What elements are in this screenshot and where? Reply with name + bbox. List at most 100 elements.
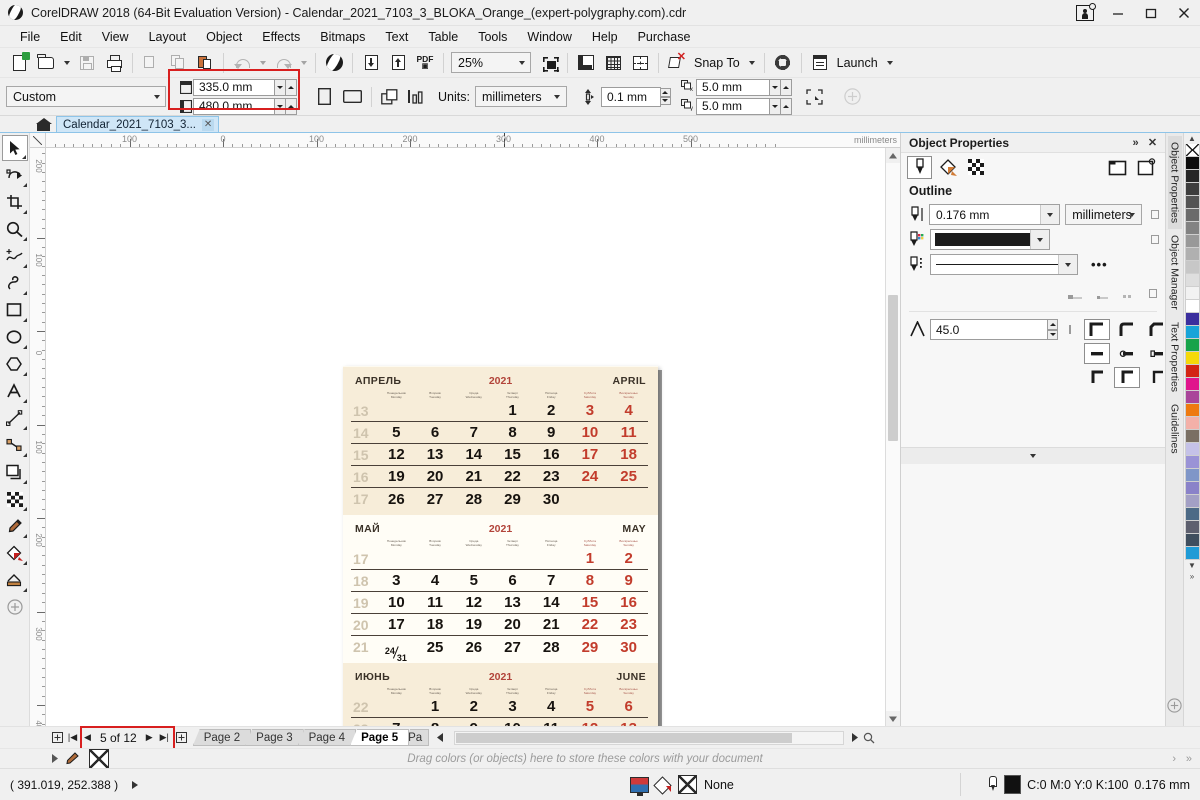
fill-icon[interactable] [935, 156, 960, 179]
calendar-day-cell[interactable]: 6 [609, 699, 648, 714]
calendar-day-cell[interactable]: 19 [454, 617, 493, 632]
calendar-day-cell[interactable]: 11 [609, 425, 648, 440]
calendar-day-cell[interactable]: 29 [571, 640, 610, 655]
new-document-icon[interactable] [6, 51, 32, 75]
page-height-spinner[interactable] [274, 97, 297, 115]
outline-color-checkbox[interactable] [1151, 235, 1159, 244]
color-eyedropper-tool[interactable] [2, 513, 28, 539]
calendar-day-cell[interactable]: 28 [532, 640, 571, 655]
calendar-day-cell[interactable]: 4 [416, 573, 455, 588]
calendar-day-cell[interactable]: 15 [571, 595, 610, 610]
calendar-day-cell[interactable]: 3 [493, 699, 532, 714]
page-preset-combo[interactable]: Custom [6, 86, 166, 107]
bevel-corner-icon[interactable] [1144, 319, 1165, 340]
show-grid-icon[interactable] [600, 51, 626, 75]
calendar-day-cell[interactable]: 12 [454, 595, 493, 610]
vtab-object-manager[interactable]: Object Manager [1168, 229, 1182, 316]
zoom-level-combo[interactable]: 25% [451, 52, 531, 73]
chevron-down-icon[interactable] [1030, 230, 1050, 249]
menu-text[interactable]: Text [375, 28, 418, 46]
scroll-right-icon[interactable] [846, 730, 861, 745]
palette-swatch[interactable] [1184, 508, 1200, 521]
text-tool[interactable] [2, 378, 28, 404]
edit-bleed-icon[interactable] [802, 85, 828, 109]
calendar-day-cell[interactable]: 3 [377, 573, 416, 588]
smart-fill-tool[interactable] [2, 567, 28, 593]
palette-swatch-none[interactable] [1184, 144, 1200, 157]
prev-page-button[interactable]: ◀ [80, 730, 95, 745]
calendar-day-cell[interactable]: 12 [377, 447, 416, 462]
arrow-checkbox[interactable] [1148, 289, 1158, 298]
calendar-day-cell[interactable]: 22 [571, 617, 610, 632]
calendar-day-cell[interactable]: 1 [416, 699, 455, 714]
export-icon[interactable] [385, 51, 411, 75]
add-page-after-icon[interactable] [174, 730, 189, 745]
calendar-day-cell[interactable]: 27 [493, 640, 532, 655]
calendar-day-cell[interactable]: 29 [493, 492, 532, 507]
transparency-icon[interactable] [963, 156, 988, 179]
palette-swatch[interactable] [1184, 417, 1200, 430]
open-icon[interactable] [33, 51, 59, 75]
horizontal-scrollbar[interactable] [454, 730, 844, 745]
show-guidelines-icon[interactable] [627, 51, 653, 75]
nudge-spinner[interactable] [659, 88, 671, 105]
palette-swatch[interactable] [1184, 300, 1200, 313]
scroll-track[interactable] [886, 163, 900, 711]
page-width-up[interactable] [285, 78, 297, 96]
palette-swatch[interactable] [1184, 378, 1200, 391]
calendar-day-cell[interactable]: 21 [532, 617, 571, 632]
duplicate-y-input[interactable]: 5.0 mm [695, 97, 770, 115]
palette-swatch[interactable] [1184, 209, 1200, 222]
miter-corner-icon[interactable] [1084, 319, 1110, 340]
docker-expand-row[interactable] [901, 447, 1165, 464]
chevron-down-icon[interactable] [1058, 255, 1077, 274]
calendar-day-cell[interactable]: 30 [532, 492, 571, 507]
account-icon[interactable] [1068, 0, 1101, 26]
all-pages-icon[interactable] [376, 85, 402, 109]
save-icon[interactable] [74, 51, 100, 75]
page-width-input[interactable]: 335.0 mm [193, 78, 275, 96]
chevron-down-icon[interactable] [1030, 454, 1036, 458]
palette-swatch[interactable] [1184, 248, 1200, 261]
ruler-origin-icon[interactable] [30, 133, 46, 148]
chevron-down-icon[interactable] [148, 87, 165, 106]
calendar-day-cell[interactable]: 11 [416, 595, 455, 610]
calendar-day-cell[interactable]: 4 [609, 403, 648, 418]
outline-color-picker[interactable] [930, 229, 1051, 250]
outline-style-picker[interactable] [930, 254, 1078, 275]
horizontal-ruler[interactable]: millimeters 2001000100200300400500 [46, 133, 900, 148]
add-tool[interactable] [2, 594, 28, 620]
menu-file[interactable]: File [10, 28, 50, 46]
units-combo[interactable]: millimeters [474, 86, 567, 107]
transparency-tool[interactable] [2, 486, 28, 512]
print-icon[interactable] [101, 51, 127, 75]
minimize-button[interactable] [1101, 0, 1134, 26]
vtab-object-properties[interactable]: Object Properties [1167, 136, 1182, 230]
menu-window[interactable]: Window [517, 28, 581, 46]
calendar-day-cell[interactable]: 19 [377, 469, 416, 484]
page-width-spinner[interactable] [274, 78, 297, 96]
publish-pdf-icon[interactable]: PDF ▣ [412, 51, 438, 75]
calendar-day-cell[interactable]: 9 [532, 425, 571, 440]
palette-swatch[interactable] [1184, 183, 1200, 196]
calendar-day-cell[interactable]: 6 [493, 573, 532, 588]
page-height-up[interactable] [285, 97, 297, 115]
freehand-tool[interactable] [2, 243, 28, 269]
crop-tool[interactable] [2, 189, 28, 215]
calendar-day-cell[interactable]: 18 [416, 617, 455, 632]
add-page-before-icon[interactable] [50, 730, 65, 745]
calendar-day-cell[interactable]: 1 [571, 551, 610, 566]
round-corner-icon[interactable] [1114, 319, 1140, 340]
palette-swatch[interactable] [1184, 495, 1200, 508]
calendar-day-cell[interactable]: 15 [493, 447, 532, 462]
rectangle-tool[interactable] [2, 297, 28, 323]
calendar-day-cell[interactable]: 16 [609, 595, 648, 610]
artistic-media-tool[interactable] [2, 270, 28, 296]
calendar-day-cell[interactable]: 1 [493, 403, 532, 418]
interactive-fill-tool[interactable] [2, 540, 28, 566]
calendar-day-cell[interactable]: 6 [416, 425, 455, 440]
calendar-day-cell[interactable]: 27 [416, 492, 455, 507]
calendar-day-cell[interactable]: 5 [377, 425, 416, 440]
add-docker-icon[interactable] [1167, 698, 1182, 716]
redo-dropdown-icon[interactable] [297, 51, 310, 75]
